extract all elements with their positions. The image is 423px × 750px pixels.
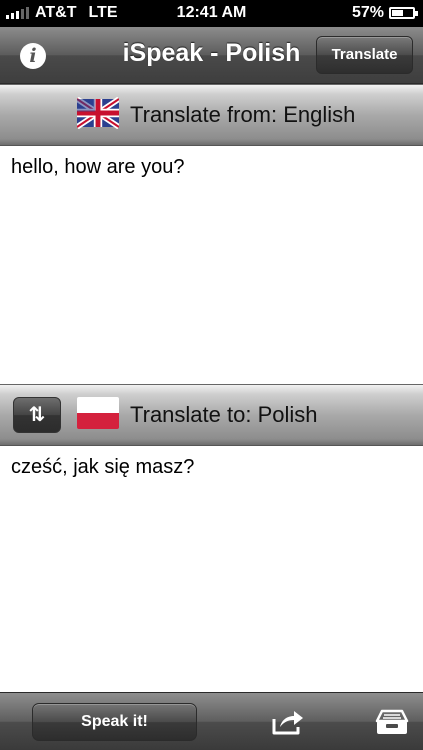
archive-icon[interactable] bbox=[374, 707, 410, 737]
poland-flag-icon[interactable] bbox=[77, 397, 119, 429]
battery-fill bbox=[392, 10, 403, 16]
status-bar: AT&T LTE 12:41 AM 57% bbox=[0, 0, 423, 27]
target-language-header[interactable]: ⇅ Translate to: Polish bbox=[0, 384, 423, 446]
battery-percent: 57% bbox=[351, 4, 384, 21]
translate-button[interactable]: Translate bbox=[316, 36, 413, 74]
navigation-bar: i iSpeak - Polish Translate bbox=[0, 27, 423, 84]
swap-arrows-icon: ⇅ bbox=[28, 404, 46, 426]
translated-text-output[interactable]: cześć, jak się masz? bbox=[0, 446, 423, 692]
source-text-input[interactable]: hello, how are you? bbox=[0, 146, 423, 384]
bottom-toolbar: Speak it! bbox=[0, 692, 423, 750]
uk-flag-icon[interactable] bbox=[77, 97, 119, 129]
target-language-label: Translate to: Polish bbox=[130, 402, 318, 427]
battery-icon bbox=[389, 7, 418, 19]
share-icon[interactable] bbox=[270, 707, 306, 737]
speak-it-button[interactable]: Speak it! bbox=[32, 703, 197, 741]
battery-status: 57% bbox=[351, 4, 418, 22]
source-language-label: Translate from: English bbox=[130, 102, 356, 127]
swap-languages-button[interactable]: ⇅ bbox=[13, 397, 61, 433]
source-language-header[interactable]: Translate from: English bbox=[0, 84, 423, 146]
